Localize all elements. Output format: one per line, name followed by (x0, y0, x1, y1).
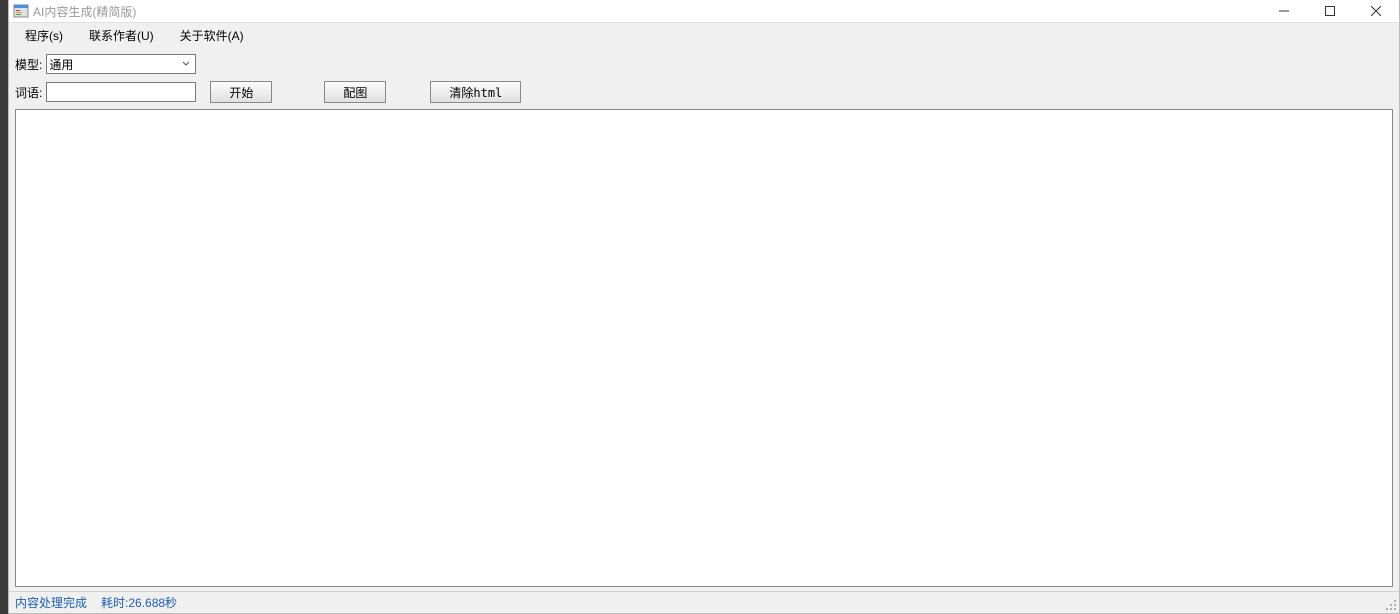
desktop-edge (0, 0, 8, 614)
maximize-button[interactable] (1307, 0, 1353, 22)
status-done: 内容处理完成 (15, 594, 87, 611)
app-icon (13, 3, 29, 19)
status-time: 耗时:26.688秒 (101, 594, 177, 611)
word-label: 词语: (15, 84, 42, 101)
main-window: AI内容生成(精简版) 程序(s) 联系作者(U) 关于软件(A) 模型: 通用 (8, 0, 1400, 614)
start-button[interactable]: 开始 (210, 81, 272, 103)
model-label: 模型: (15, 56, 42, 73)
chevron-down-icon (178, 56, 194, 72)
model-combo-value: 通用 (49, 56, 73, 73)
word-row: 词语: 开始 配图 清除html (15, 77, 1393, 107)
statusbar: 内容处理完成 耗时:26.688秒 (9, 591, 1399, 613)
model-row: 模型: 通用 (15, 51, 1393, 77)
menubar: 程序(s) 联系作者(U) 关于软件(A) (9, 23, 1399, 47)
word-input[interactable] (46, 82, 196, 102)
menu-contact[interactable]: 联系作者(U) (85, 25, 158, 46)
menu-about[interactable]: 关于软件(A) (176, 25, 248, 46)
toolbar: 模型: 通用 词语: 开始 配图 清除html (9, 47, 1399, 107)
image-button[interactable]: 配图 (324, 81, 386, 103)
close-button[interactable] (1353, 0, 1399, 22)
content-area[interactable] (15, 109, 1393, 587)
window-controls (1261, 0, 1399, 22)
clear-html-button[interactable]: 清除html (430, 81, 521, 103)
titlebar: AI内容生成(精简版) (9, 0, 1399, 23)
minimize-button[interactable] (1261, 0, 1307, 22)
model-combo[interactable]: 通用 (46, 54, 196, 74)
resize-grip-icon[interactable] (1383, 597, 1397, 611)
menu-program[interactable]: 程序(s) (21, 25, 67, 46)
window-title: AI内容生成(精简版) (33, 3, 1261, 20)
